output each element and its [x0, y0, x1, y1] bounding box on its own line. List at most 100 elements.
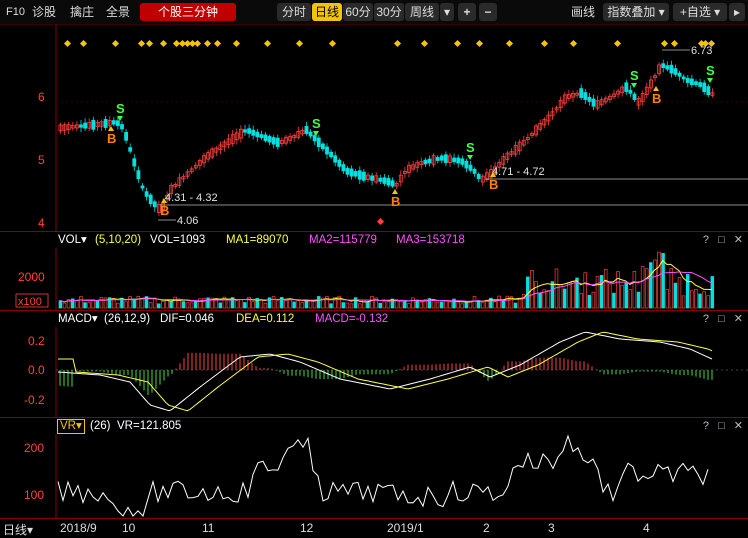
volume-bar — [157, 303, 161, 309]
volume-bar — [99, 297, 104, 309]
volume-bar — [448, 301, 452, 309]
volume-bar — [370, 296, 374, 309]
candle-body — [357, 170, 362, 180]
macd-panel-controls[interactable]: ? □ ✕ — [703, 311, 746, 327]
volume-bar — [349, 303, 354, 309]
volume-bar — [152, 297, 157, 309]
candle-body — [468, 164, 473, 171]
candle-body — [694, 81, 698, 85]
zoom-in-button[interactable]: + — [458, 3, 476, 21]
sell-arrow-icon — [631, 83, 637, 88]
add-watchlist-dropdown[interactable]: +自选 ▾ — [673, 3, 727, 21]
candle-body — [632, 93, 637, 100]
volume-bar — [513, 302, 518, 309]
period-dropdown-icon[interactable]: ▾ — [440, 3, 454, 21]
volume-bar — [690, 290, 694, 309]
price-tick-5: 5 — [38, 153, 45, 167]
signal-diamond — [393, 39, 402, 48]
volume-bar — [534, 281, 538, 309]
volume-bar — [181, 301, 186, 309]
volume-bar — [403, 301, 407, 309]
candle-body — [685, 77, 690, 83]
volume-bar — [259, 299, 264, 309]
candle-body — [120, 124, 124, 130]
zoom-out-button[interactable]: − — [479, 3, 497, 21]
volume-bar — [456, 302, 460, 309]
vol-panel-controls[interactable]: ? □ ✕ — [703, 232, 746, 248]
candle-body — [136, 170, 141, 180]
volume-bar — [677, 277, 682, 309]
volume-bar — [673, 282, 678, 309]
candle-body — [148, 194, 153, 205]
candle-body — [271, 137, 276, 145]
candle-body — [263, 134, 268, 141]
macd-dea: DEA=0.112 — [236, 313, 295, 325]
volume-bar — [284, 300, 288, 309]
index-overlay-dropdown[interactable]: 指数叠加 ▾ — [603, 3, 669, 21]
vr-title[interactable]: VR▾ — [57, 419, 85, 434]
volume-bar — [308, 300, 313, 309]
signal-diamond — [660, 39, 669, 48]
candle-body — [345, 167, 350, 175]
volume-bar — [653, 259, 657, 309]
volume-bar — [501, 299, 505, 309]
date-label: 2 — [483, 521, 490, 535]
volume-bar — [239, 299, 243, 309]
period-tab-30min[interactable]: 30分 — [374, 3, 404, 21]
vol-title[interactable]: VOL▾ — [58, 232, 87, 248]
vr-chart: 200 100 — [24, 434, 709, 518]
period-tab-weekly[interactable]: 周线 — [405, 3, 439, 21]
vr-panel-header: VR▾ (26) VR=121.805 ? □ ✕ — [0, 417, 748, 434]
vol-value: VOL=1093 — [150, 234, 206, 246]
vol-title-text: VOL — [58, 234, 82, 246]
vol-tick-2000: 2000 — [18, 270, 45, 284]
period-tab-60min[interactable]: 60分 — [343, 3, 373, 21]
volume-bar — [649, 262, 653, 309]
signal-diamond — [193, 39, 202, 48]
f10-button[interactable]: F10 — [6, 3, 25, 21]
volume-bar — [353, 297, 358, 309]
candle-body — [144, 191, 149, 197]
buy-mark: B — [652, 91, 661, 106]
volume-bar — [538, 292, 542, 309]
volume-bar — [136, 295, 141, 309]
diagnose-button[interactable]: 诊股 — [32, 3, 56, 21]
candle-body — [439, 155, 444, 161]
candle-body — [378, 177, 383, 182]
three-minute-tab[interactable]: 个股三分钟 — [140, 3, 236, 21]
volume-bar — [226, 299, 231, 309]
volume-bar — [706, 295, 710, 309]
candle-body — [583, 92, 588, 100]
signal-diamond — [79, 39, 88, 48]
volume-bar — [636, 291, 641, 309]
vr-params: (26) — [90, 420, 111, 432]
chart-view-button[interactable]: 擒庄 — [70, 3, 94, 21]
candle-body — [329, 151, 334, 158]
period-tab-intraday[interactable]: 分时 — [277, 3, 311, 21]
more-arrow-icon[interactable]: ▸ — [729, 3, 745, 21]
volume-bar — [407, 303, 411, 309]
volume-bar — [694, 289, 698, 309]
vol-panel-header: VOL▾ (5,10,20) VOL=1093 MA1=89070 MA2=11… — [0, 231, 748, 248]
draw-line-button[interactable]: 画线 — [571, 3, 595, 21]
period-selector[interactable]: 日线▾ — [3, 521, 33, 538]
overview-button[interactable]: 全景 — [106, 3, 130, 21]
macd-chart: 0.2 0.0 -0.2 — [24, 327, 748, 417]
candle-body — [275, 137, 280, 147]
macd-title[interactable]: MACD▾ — [58, 311, 98, 327]
price-chart[interactable]: 6 5 4 4.31 - 4.32 4.71 - 4.72 4.06 6.73 … — [0, 25, 748, 231]
candle-body — [665, 65, 670, 70]
volume-bar — [132, 298, 136, 309]
period-tab-daily[interactable]: 日线 — [312, 3, 342, 21]
buy-mark: B — [489, 177, 498, 192]
index-overlay-label: 指数叠加 — [607, 5, 656, 19]
volume-bar — [275, 300, 280, 309]
buy-mark: B — [391, 194, 400, 209]
volume-bar — [251, 301, 255, 309]
vr-panel-controls[interactable]: ? □ ✕ — [703, 418, 746, 434]
volume-bar — [316, 296, 321, 309]
signal-diamond — [213, 39, 222, 48]
volume-bar — [415, 299, 419, 309]
macd-value: MACD=-0.132 — [315, 313, 389, 325]
candle-body — [472, 168, 477, 174]
